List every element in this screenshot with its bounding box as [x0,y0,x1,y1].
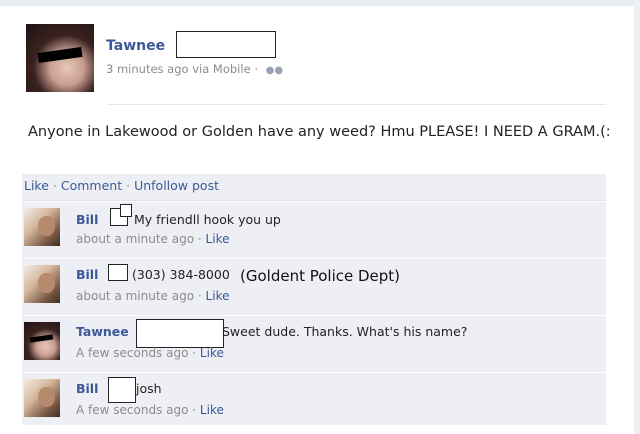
right-strip [634,0,640,434]
commenter-name-link[interactable]: Bill [76,381,98,396]
commenter-name-link[interactable]: Bill [76,267,98,282]
redacted-surname-box [136,319,224,348]
commenter-avatar[interactable] [24,379,60,417]
comment-item: Bill My friendll hook you up about a min… [22,202,606,259]
redacted-surname-box [120,204,132,217]
comment-annotation: (Goldent Police Dept) [240,267,401,285]
post-time[interactable]: 3 minutes ago via Mobile [106,62,251,76]
meta-separator: · [254,62,258,76]
comment-like-link[interactable]: Like [200,346,224,360]
like-link[interactable]: Like [24,178,49,193]
comment-like-link[interactable]: Like [206,289,230,303]
commenter-avatar[interactable] [24,322,60,360]
redacted-surname-box [108,264,128,281]
author-name-link[interactable]: Tawnee [106,38,165,54]
commenter-avatar[interactable] [24,208,60,246]
commenter-name-link[interactable]: Tawnee [76,324,129,339]
action-separator: · [126,178,131,193]
header-divider [108,104,606,105]
comment-text: Sweet dude. Thanks. What's his name? [222,324,468,339]
meta-separator: · [192,403,197,417]
meta-separator: · [197,289,202,303]
comment-item: Tawnee Sweet dude. Thanks. What's his na… [22,316,606,373]
redacted-surname-box [108,377,136,403]
comment-like-link[interactable]: Like [206,232,230,246]
author-avatar[interactable] [26,24,94,92]
post-header: Tawnee 3 minutes ago via Mobile · ●● [26,24,606,94]
people-icon: ●● [265,65,284,76]
comment-like-link[interactable]: Like [200,403,224,417]
comment-link[interactable]: Comment [61,178,122,193]
meta-separator: · [192,346,197,360]
avatar-face [38,215,55,237]
post-actions-bar: Like · Comment · Unfollow post [22,174,606,201]
redacted-surname-box [176,31,276,58]
comment-text: josh [136,381,162,396]
action-separator: · [52,178,57,193]
commenter-name-link[interactable]: Bill [76,212,98,227]
comment-time[interactable]: about a minute ago [76,289,194,303]
meta-separator: · [197,232,202,246]
comment-meta: about a minute ago · Like [76,232,229,246]
avatar-face [38,386,55,408]
comment-meta: about a minute ago · Like [76,289,229,303]
comment-meta: A few seconds ago · Like [76,403,224,417]
comment-item: Bill (303) 384-8000 (Goldent Police Dept… [22,259,606,316]
top-strip [0,0,640,6]
unfollow-post-link[interactable]: Unfollow post [134,178,219,193]
comment-meta: A few seconds ago · Like [76,346,224,360]
comment-item: Bill josh A few seconds ago · Like [22,373,606,426]
avatar-face [38,272,55,294]
facebook-post-screenshot: Tawnee 3 minutes ago via Mobile · ●● Any… [0,0,640,434]
post-meta: 3 minutes ago via Mobile · ●● [106,62,283,76]
comment-time[interactable]: A few seconds ago [76,346,188,360]
comment-text: (303) 384-8000 [132,267,230,282]
comment-text: My friendll hook you up [134,212,281,227]
comment-time[interactable]: A few seconds ago [76,403,188,417]
commenter-avatar[interactable] [24,265,60,303]
comment-time[interactable]: about a minute ago [76,232,194,246]
post-status-text: Anyone in Lakewood or Golden have any we… [28,124,611,140]
